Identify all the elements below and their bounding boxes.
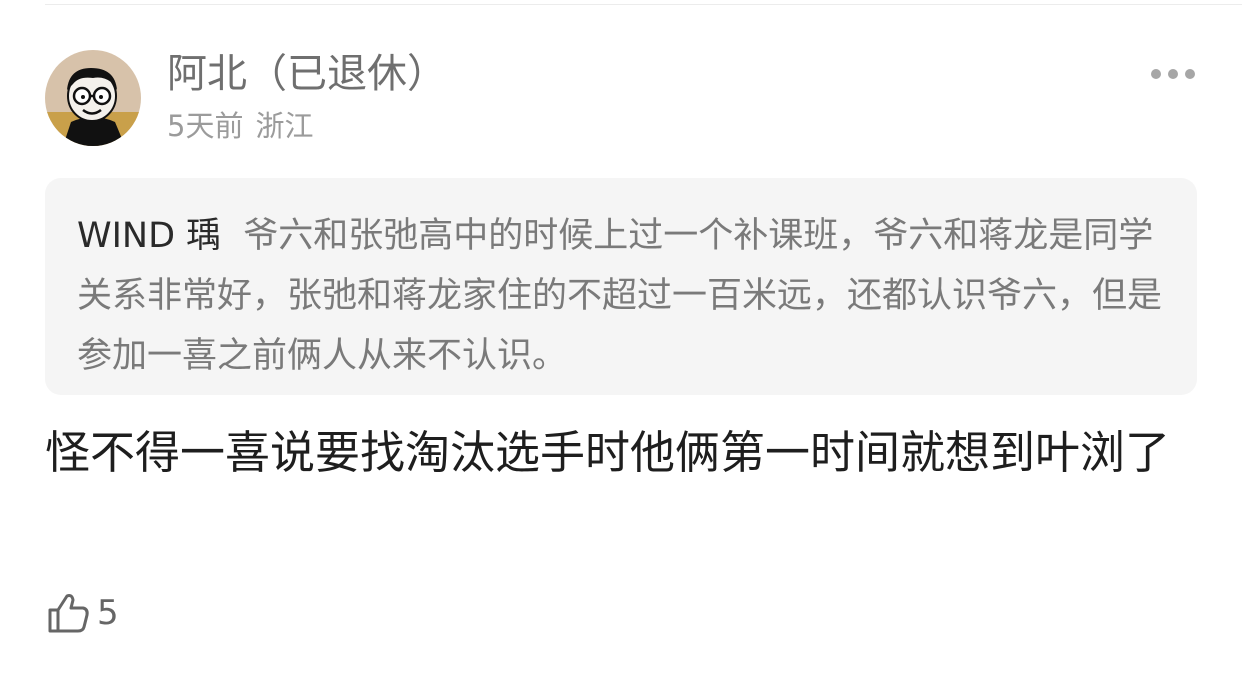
quoted-reply-content: WIND 瑀爷六和张弛高中的时候上过一个补课班，爷六和蒋龙是同学关系非常好，张弛… [77, 206, 1169, 386]
author-name[interactable]: 阿北（已退休） [167, 48, 447, 100]
more-options-button[interactable] [1148, 60, 1198, 88]
like-button[interactable]: 5 [45, 588, 119, 638]
comment-location: 浙江 [255, 109, 314, 143]
comment-meta: 5天前 浙江 [167, 106, 313, 146]
quoted-reply-author[interactable]: WIND 瑀 [77, 216, 221, 256]
like-count: 5 [97, 593, 119, 633]
comment-card: 阿北（已退休） 5天前 浙江 WIND 瑀爷六和张弛高中的时候上过一个补课班，爷六… [0, 0, 1242, 678]
thumbs-up-icon [48, 594, 89, 633]
comment-body-text: 怪不得一喜说要找淘汰选手时他俩第一时间就想到叶浏了 [45, 426, 1171, 479]
quoted-reply-text: 爷六和张弛高中的时候上过一个补课班，爷六和蒋龙是同学关系非常好，张弛和蒋龙家住的… [77, 216, 1163, 376]
comment-time: 5天前 [167, 109, 244, 143]
quoted-reply[interactable]: WIND 瑀爷六和张弛高中的时候上过一个补课班，爷六和蒋龙是同学关系非常好，张弛… [45, 178, 1197, 395]
avatar[interactable] [45, 50, 141, 146]
cartoon-avatar-icon [45, 50, 141, 146]
more-dots-icon [1151, 69, 1195, 79]
